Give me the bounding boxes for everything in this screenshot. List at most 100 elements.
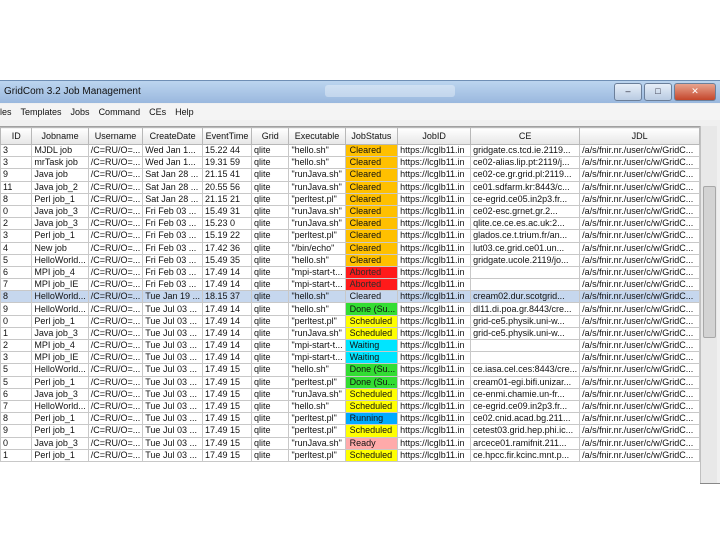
cell-jobid: https://lcglb11.in <box>397 375 472 389</box>
table-row[interactable]: 6 MPI job_4/C=RU/O=... Fri Feb 03 ... 17.49… <box>0 265 700 280</box>
column-header-jobstatus[interactable]: JobStatus <box>344 127 399 145</box>
cell-jobid: https://lcglb11.in <box>397 253 472 267</box>
table-row[interactable]: 2 Java job_3/C=RU/O=... Fri Feb 03 ... 15.2… <box>0 217 700 231</box>
table-row[interactable]: 6 Java job_3/C=RU/O=... Tue Jul 03 ... 17.4… <box>0 387 700 401</box>
column-header-id[interactable]: ID <box>0 127 33 145</box>
table-row[interactable]: 0 Perl job_1/C=RU/O=... Tue Jul 03 ... 17.4… <box>0 314 700 328</box>
cell-executable: "runJava.sh" <box>288 204 346 219</box>
cell-jdl: /a/s/fnir.nr./user/c/w/GridC... <box>579 290 700 304</box>
table-row[interactable]: 3 mrTask job/C=RU/O=... Wed Jan 1... 19.31 … <box>0 156 700 170</box>
column-header-ce[interactable]: CE <box>470 127 581 145</box>
cell-executable: "/bin/echo" <box>288 241 346 255</box>
cell-eventtime: 17.49 15 <box>201 363 253 377</box>
table-row[interactable]: 0 Java job_3/C=RU/O=... Fri Feb 03 ... 15.4… <box>0 204 700 219</box>
table-row[interactable]: 5 HelloWorld.../C=RU/O=... Tue Jul 03 ... 1… <box>0 363 700 377</box>
table-row[interactable]: 0 Java job_3/C=RU/O=... Tue Jul 03 ... 17.4… <box>0 436 700 450</box>
cell-grid: qlite <box>251 192 290 206</box>
scrollbar-thumb[interactable] <box>703 186 716 338</box>
table-row[interactable]: 9 Perl job_1/C=RU/O=... Tue Jul 03 ... 17.4… <box>0 424 700 438</box>
column-header-executable[interactable]: Executable <box>288 127 346 145</box>
table-row[interactable]: 7 HelloWorld.../C=RU/O=... Tue Jul 03 ... 1… <box>0 399 700 414</box>
cell-jobid: https://lcglb11.in <box>397 363 472 377</box>
cell-executable: "hello.sh" <box>288 156 346 170</box>
cell-executable: "runJava.sh" <box>288 168 346 182</box>
table-row[interactable]: 4 New job/C=RU/O=... Fri Feb 03 ... 17.42 3… <box>0 241 700 255</box>
cell-jobname: HelloWorld... <box>31 399 89 414</box>
cell-executable: "perltest.pl" <box>288 424 346 438</box>
menu-bar: les Templates Jobs Command CEs Help <box>0 104 720 120</box>
table-row[interactable]: 9 Java job/C=RU/O=... Sat Jan 28 ... 21.15 … <box>0 168 700 182</box>
cell-grid: qlite <box>251 265 290 280</box>
cell-username: /C=RU/O=... <box>87 217 144 231</box>
cell-eventtime: 17.42 36 <box>201 241 253 255</box>
cell-createdate: Sat Jan 28 ... <box>142 180 203 194</box>
cell-id: 9 <box>0 424 33 438</box>
menu-templates[interactable]: Templates <box>17 107 67 117</box>
cell-grid: qlite <box>251 363 290 377</box>
menu-jobs[interactable]: Jobs <box>67 107 95 117</box>
table-row[interactable]: 8 Perl job_1/C=RU/O=... Sat Jan 28 ... 21.1… <box>0 192 700 206</box>
table-row[interactable]: 7 MPI job_IE/C=RU/O=... Fri Feb 03 ... 17.4… <box>0 278 700 292</box>
title-bar[interactable]: GridCom 3.2 Job Management – □ ✕ <box>0 81 720 103</box>
cell-jobid: https://lcglb11.in <box>397 168 472 182</box>
cell-jobname: HelloWorld... <box>31 253 89 267</box>
cell-eventtime: 17.49 15 <box>201 375 253 389</box>
table-row[interactable]: 1 Perl job_1/C=RU/O=... Tue Jul 03 ... 17.4… <box>0 448 700 462</box>
column-header-jobname[interactable]: Jobname <box>31 127 89 145</box>
cell-ce <box>470 338 581 353</box>
cell-executable: "hello.sh" <box>288 399 346 414</box>
cell-jobstatus: Cleared <box>344 192 399 206</box>
cell-executable: "runJava.sh" <box>288 387 346 401</box>
cell-createdate: Tue Jul 03 ... <box>142 326 203 341</box>
close-button[interactable]: ✕ <box>674 83 716 101</box>
menu-help[interactable]: Help <box>171 107 199 117</box>
cell-ce: ce-enmi.chamie.un-fr... <box>470 387 581 401</box>
menu-files[interactable]: les <box>0 107 17 117</box>
menu-command[interactable]: Command <box>95 107 146 117</box>
table-row[interactable]: 3 MJDL job/C=RU/O=... Wed Jan 1... 15.22 44… <box>0 143 700 158</box>
cell-username: /C=RU/O=... <box>87 156 144 170</box>
cell-jdl: /a/s/fnir.nr./user/c/w/GridC... <box>579 168 700 182</box>
cell-jobname: Java job_3 <box>31 204 89 219</box>
column-header-jobid[interactable]: JobID <box>397 127 472 145</box>
column-header-grid[interactable]: Grid <box>251 127 290 145</box>
cell-executable: "hello.sh" <box>288 253 346 267</box>
maximize-button[interactable]: □ <box>644 83 672 101</box>
table-row[interactable]: 5 Perl job_1/C=RU/O=... Tue Jul 03 ... 17.4… <box>0 375 700 389</box>
column-header-username[interactable]: Username <box>87 127 144 145</box>
table-row[interactable]: 2 MPI job_4/C=RU/O=... Tue Jul 03 ... 17.49… <box>0 338 700 353</box>
cell-eventtime: 20.55 56 <box>201 180 253 194</box>
cell-jdl: /a/s/fnir.nr./user/c/w/GridC... <box>579 192 700 206</box>
cell-jobname: Perl job_1 <box>31 229 89 243</box>
table-row[interactable]: 8 HelloWorld.../C=RU/O=... Tue Jan 19 ... 1… <box>0 290 700 304</box>
table-row[interactable]: 1 Java job_3/C=RU/O=... Tue Jul 03 ... 17.4… <box>0 326 700 341</box>
cell-grid: qlite <box>251 424 290 438</box>
cell-ce: ce02.cnid.acad.bg.211... <box>470 412 581 426</box>
table-row[interactable]: 5 HelloWorld.../C=RU/O=... Fri Feb 03 ... 1… <box>0 253 700 267</box>
column-header-jdl[interactable]: JDL <box>579 127 700 145</box>
minimize-button[interactable]: – <box>614 83 642 101</box>
cell-id: 5 <box>0 363 33 377</box>
menu-ces[interactable]: CEs <box>145 107 171 117</box>
cell-grid: qlite <box>251 278 290 292</box>
cell-jdl: /a/s/fnir.nr./user/c/w/GridC... <box>579 217 700 231</box>
table-row[interactable]: 3 MPI job_IE/C=RU/O=... Tue Jul 03 ... 17.4… <box>0 351 700 365</box>
cell-jobid: https://lcglb11.in <box>397 180 472 194</box>
table-row[interactable]: 3 Perl job_1/C=RU/O=... Fri Feb 03 ... 15.1… <box>0 229 700 243</box>
table-row[interactable]: 11 Java job_2/C=RU/O=... Sat Jan 28 ... 20.… <box>0 180 700 194</box>
cell-username: /C=RU/O=... <box>87 363 144 377</box>
column-header-createdate[interactable]: CreateDate <box>142 127 203 145</box>
column-header-eventtime[interactable]: EventTime <box>201 127 253 145</box>
cell-eventtime: 17.49 15 <box>201 424 253 438</box>
cell-jobid: https://lcglb11.in <box>397 338 472 353</box>
table-row[interactable]: 9 HelloWorld.../C=RU/O=... Tue Jul 03 ... 1… <box>0 302 700 316</box>
cell-jobname: Perl job_1 <box>31 448 89 462</box>
vertical-scrollbar[interactable] <box>700 126 717 483</box>
cell-jdl: /a/s/fnir.nr./user/c/w/GridC... <box>579 338 700 353</box>
table-row[interactable]: 8 Perl job_1/C=RU/O=... Tue Jul 03 ... 17.4… <box>0 412 700 426</box>
cell-jobid: https://lcglb11.in <box>397 412 472 426</box>
cell-createdate: Tue Jan 19 ... <box>142 290 203 304</box>
cell-jobstatus: Ready <box>344 436 399 450</box>
cell-ce: cream01-egi.bifi.unizar... <box>470 375 581 389</box>
cell-id: 6 <box>0 387 33 401</box>
